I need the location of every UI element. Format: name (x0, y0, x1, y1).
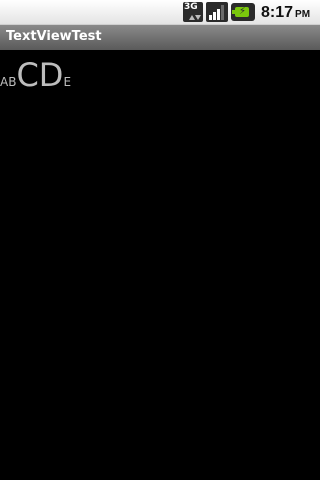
text-segment-ab: AB (0, 75, 17, 89)
app-title: TextViewTest (6, 29, 102, 44)
battery-charging-icon: ⚡ (231, 3, 255, 21)
download-arrow-icon (195, 15, 201, 20)
clock-ampm: PM (295, 9, 311, 20)
clock: 8:17 PM (261, 4, 310, 24)
content-area: ABCDE (0, 50, 320, 480)
status-bar: 3G ⚡ 8:17 PM (0, 0, 320, 25)
clock-time: 8:17 (261, 4, 294, 21)
text-segment-e: E (63, 75, 72, 89)
network-type-label: 3G (184, 2, 198, 12)
title-bar: TextViewTest (0, 25, 320, 50)
network-3g-icon: 3G (183, 2, 203, 22)
signal-icon (206, 2, 228, 22)
text-view: ABCDE (0, 55, 71, 102)
text-segment-cd: CD (16, 56, 64, 94)
